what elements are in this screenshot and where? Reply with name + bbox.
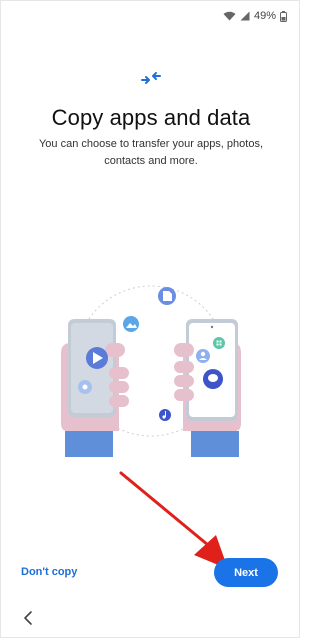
next-button[interactable]: Next (214, 558, 278, 587)
transfer-arrows-icon (141, 72, 161, 84)
battery-percent: 49% (253, 10, 276, 22)
signal-icon (240, 11, 250, 21)
page-subtitle: You can choose to transfer your apps, ph… (38, 138, 264, 167)
wifi-icon (223, 11, 236, 21)
right-sleeve (191, 431, 239, 457)
left-sleeve (65, 431, 113, 457)
status-bar: 49% (1, 1, 299, 31)
page-title: Copy apps and data (51, 105, 251, 130)
chevron-left-icon[interactable] (19, 609, 37, 627)
annotation-arrow (119, 471, 228, 569)
screen: 49% Copy apps and data You can choose to… (0, 0, 300, 638)
transfer-illustration (61, 285, 241, 457)
dont-copy-button[interactable]: Don't copy (21, 566, 77, 578)
battery-icon (280, 10, 287, 22)
status-icons: 49% (223, 10, 287, 22)
grid-icon (213, 337, 225, 349)
